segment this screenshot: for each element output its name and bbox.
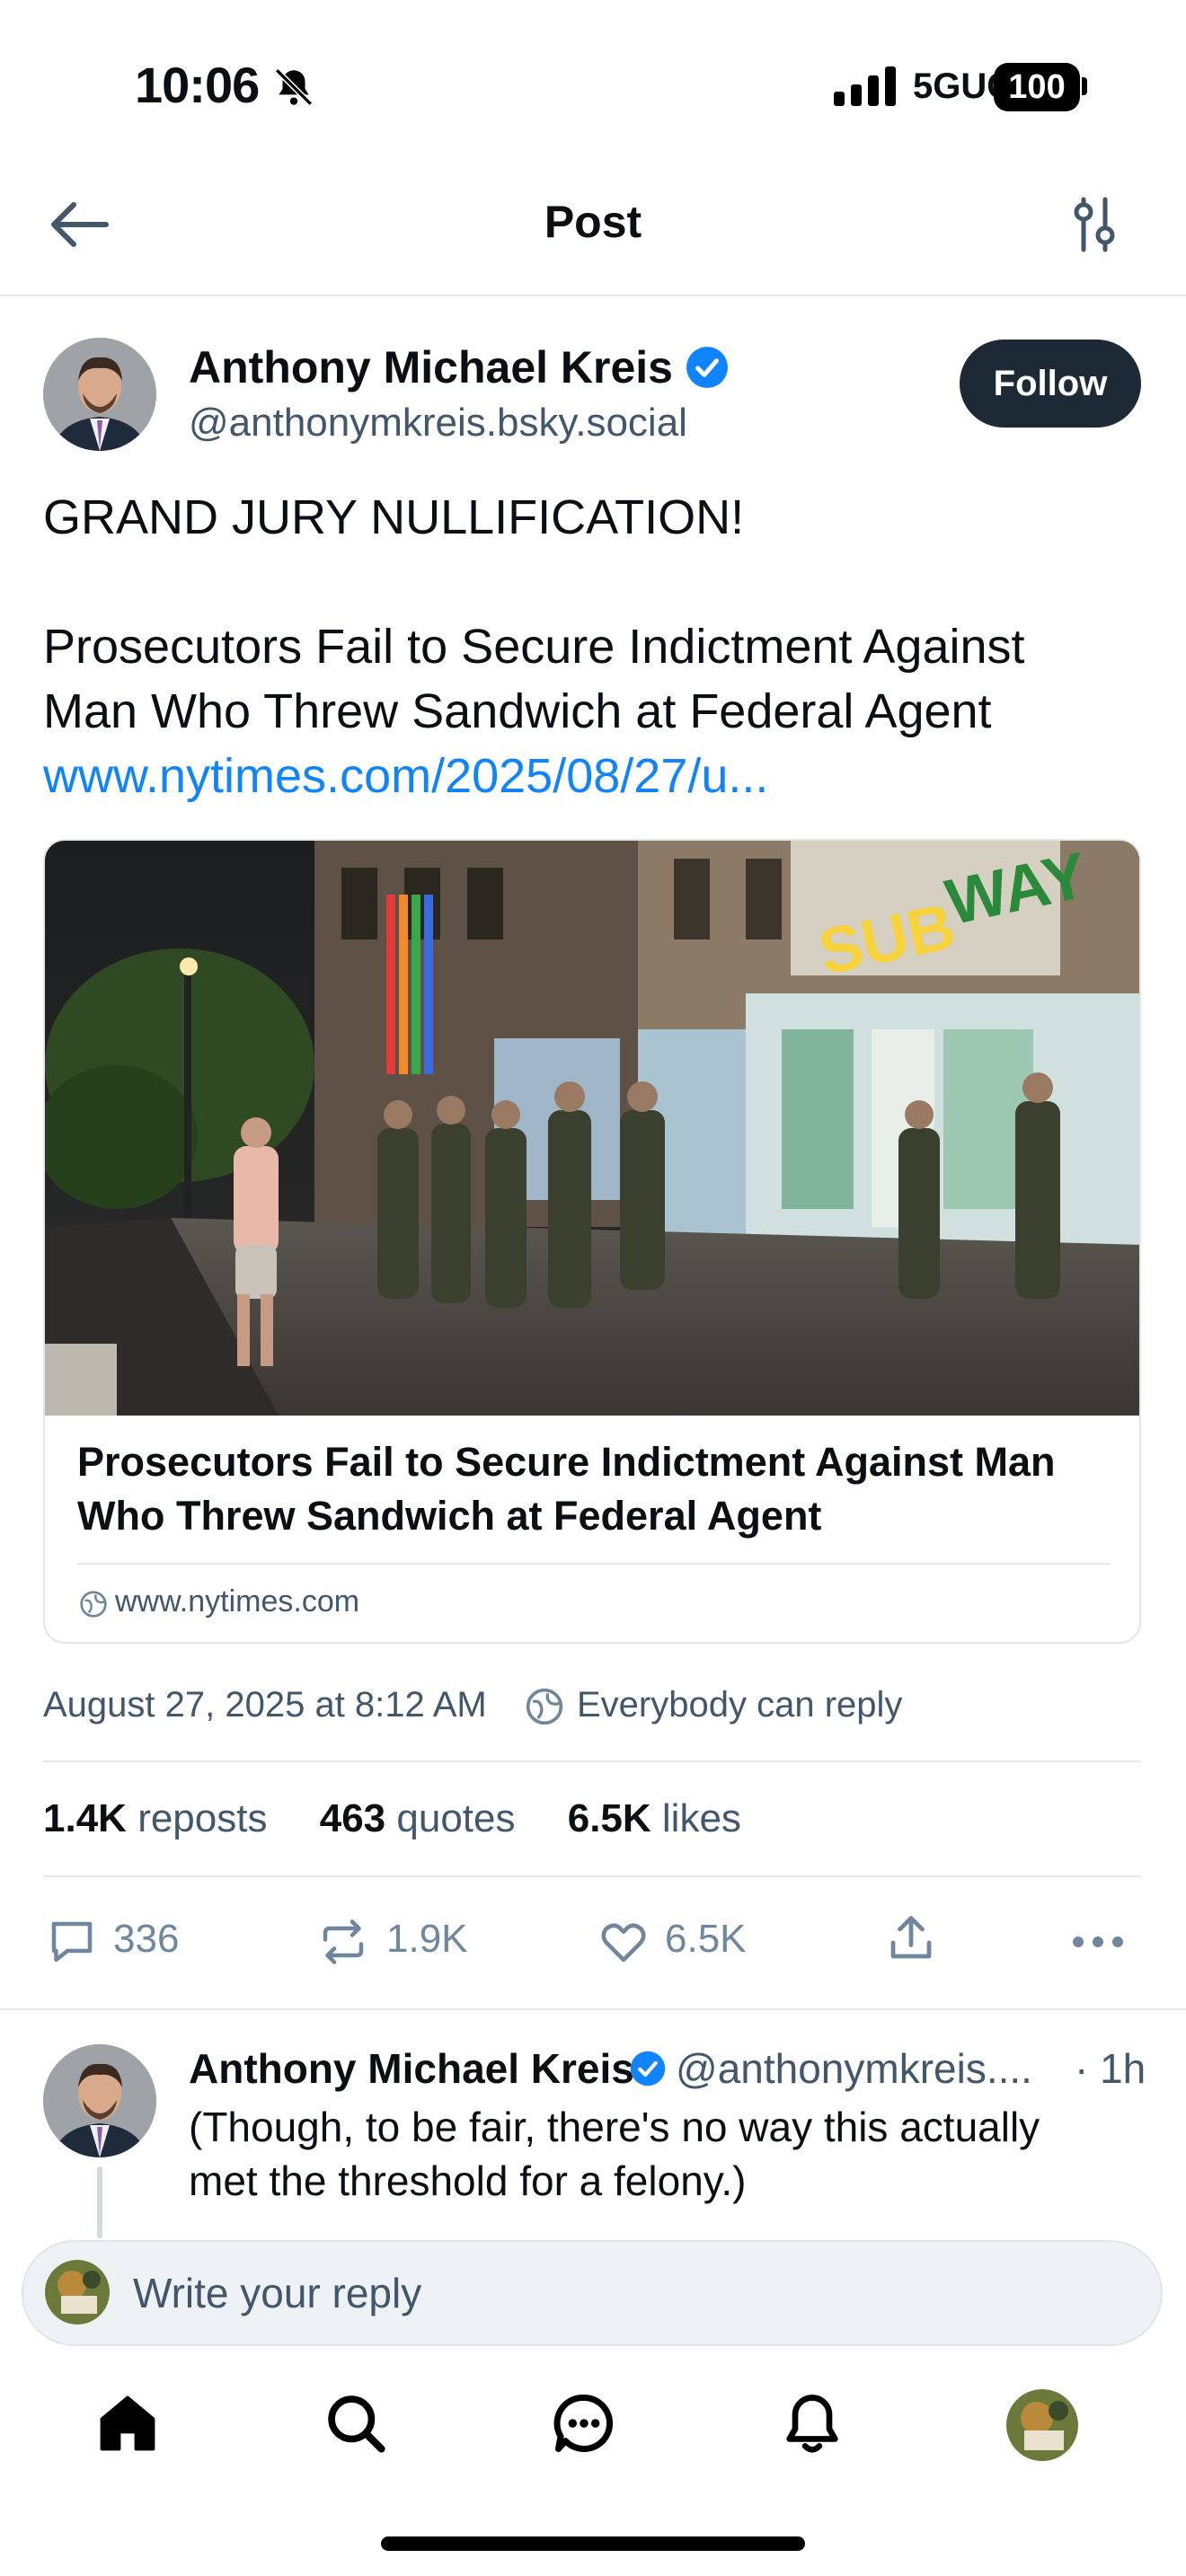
- verified-icon: [630, 2051, 666, 2086]
- divider: [0, 2008, 1186, 2010]
- battery-level: 100: [994, 63, 1080, 111]
- repost-count: 1.9K: [386, 1917, 468, 1961]
- profile-tab-avatar[interactable]: [1006, 2389, 1078, 2461]
- reply-text-line: (Though, to be fair, there's no way this…: [189, 2104, 1040, 2150]
- reposts-stat[interactable]: 1.4K reposts: [43, 1796, 267, 1840]
- author-avatar[interactable]: [43, 338, 156, 451]
- bell-icon[interactable]: [778, 2389, 846, 2457]
- reply-setting[interactable]: Everybody can reply: [577, 1685, 902, 1725]
- signal-icon: [834, 66, 896, 106]
- verified-icon: [686, 347, 728, 388]
- card-image: SUB WAY: [45, 841, 1139, 1416]
- post-text-line: Prosecutors Fail to Secure Indictment Ag…: [43, 620, 1025, 674]
- link-preview-card[interactable]: SUB WAY Prosecutors Fail to Secure Indic…: [43, 839, 1141, 1644]
- battery-tip: [1082, 77, 1087, 95]
- home-icon[interactable]: [93, 2389, 162, 2457]
- quotes-stat[interactable]: 463 quotes: [320, 1796, 516, 1840]
- share-icon[interactable]: [884, 1911, 938, 1965]
- divider: [43, 1875, 1141, 1877]
- heart-icon[interactable]: [597, 1915, 651, 1969]
- page-title: Post: [544, 197, 642, 247]
- search-icon[interactable]: [322, 2389, 390, 2457]
- reply-count: 336: [113, 1917, 180, 1961]
- reply-author-handle[interactable]: @anthonymkreis....: [676, 2044, 1032, 2093]
- bell-slash-icon: [275, 68, 313, 106]
- card-domain: www.nytimes.com: [115, 1584, 360, 1619]
- reply-setting-icon: [526, 1688, 563, 1725]
- post-date: August 27, 2025 at 8:12 AM: [43, 1685, 487, 1725]
- repost-icon[interactable]: [316, 1915, 370, 1969]
- post-text-line: GRAND JURY NULLIFICATION!: [43, 490, 745, 544]
- globe-icon: [80, 1591, 107, 1618]
- reply-author-avatar[interactable]: [43, 2044, 156, 2157]
- header-divider: [0, 295, 1186, 296]
- post-link[interactable]: www.nytimes.com/2025/08/27/u...: [43, 744, 768, 808]
- thread-line: [97, 2166, 102, 2238]
- likes-stat[interactable]: 6.5K likes: [568, 1796, 741, 1840]
- filter-icon[interactable]: [1069, 196, 1120, 253]
- card-title: Prosecutors Fail to Secure Indictment Ag…: [77, 1439, 1056, 1539]
- reply-text-line: met the threshold for a felony.): [189, 2157, 747, 2204]
- card-divider: [77, 1563, 1111, 1565]
- more-icon[interactable]: [1069, 1915, 1127, 1969]
- follow-button[interactable]: Follow: [960, 340, 1141, 428]
- reply-input-placeholder[interactable]: Write your reply: [133, 2269, 421, 2317]
- post-text-line: Man Who Threw Sandwich at Federal Agent: [43, 684, 992, 738]
- reply-composer[interactable]: Write your reply: [22, 2240, 1163, 2346]
- author-name[interactable]: Anthony Michael Kreis: [189, 341, 673, 393]
- like-count: 6.5K: [665, 1917, 747, 1961]
- home-indicator: [381, 2536, 805, 2551]
- reply-time: · 1h: [1075, 2045, 1146, 2092]
- chat-icon[interactable]: [550, 2389, 618, 2457]
- divider: [43, 1760, 1141, 1762]
- reply-author-name[interactable]: Anthony Michael Kreis: [189, 2044, 634, 2093]
- reply-icon[interactable]: [45, 1915, 99, 1969]
- engagement-stats: 1.4K reposts 463 quotes 6.5K likes: [43, 1796, 783, 1841]
- user-avatar: [45, 2260, 110, 2325]
- status-time: 10:06: [135, 57, 260, 113]
- author-handle[interactable]: @anthonymkreis.bsky.social: [189, 401, 687, 446]
